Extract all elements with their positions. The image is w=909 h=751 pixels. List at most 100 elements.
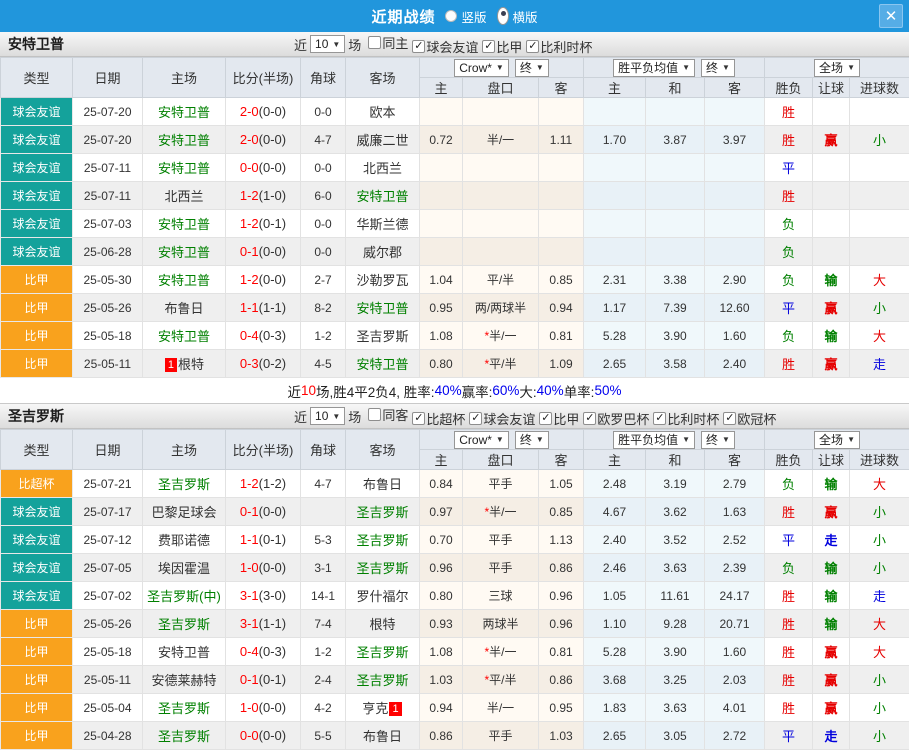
section-controls: 近 10 ▼ 场 同主 ✓ 球会友谊 ✓ 比甲 ✓ 比利时杯 [294, 32, 592, 56]
layout-option-vertical[interactable]: 竖版 [445, 7, 486, 26]
away-team-link[interactable]: 圣吉罗斯 [346, 498, 420, 526]
away-team-link[interactable]: 安特卫普 [346, 182, 420, 210]
result-handicap: 赢 [813, 498, 850, 526]
home-team-link[interactable]: 圣吉罗斯 [143, 470, 226, 498]
home-team-link[interactable]: 安特卫普 [143, 266, 226, 294]
handicap-home-odds [420, 154, 463, 182]
league-filter-checkbox[interactable]: ✓ 比利时杯 [653, 409, 719, 428]
corner-score: 4-5 [301, 350, 346, 378]
euro-odds-group: 胜平负均值▼ 终▼ [584, 430, 765, 450]
radio-horizontal-icon[interactable] [497, 7, 509, 25]
asian-odds-group: Crow*▼ 终▼ [420, 58, 584, 78]
home-team-link[interactable]: 圣吉罗斯 [143, 610, 226, 638]
home-team-link[interactable]: 圣吉罗斯(中) [143, 582, 226, 610]
checkbox-icon[interactable]: ✓ [526, 40, 539, 53]
company-select[interactable]: Crow*▼ [454, 431, 509, 449]
asian-final-select[interactable]: 终▼ [515, 431, 549, 449]
avg-draw-odds: 9.28 [646, 610, 705, 638]
away-team-link[interactable]: 圣吉罗斯 [346, 322, 420, 350]
handicap-away-odds: 0.81 [539, 638, 584, 666]
home-team-link[interactable]: 安特卫普 [143, 238, 226, 266]
checkbox-icon[interactable]: ✓ [412, 40, 425, 53]
home-team-link[interactable]: 安特卫普 [143, 322, 226, 350]
away-team-link[interactable]: 布鲁日 [346, 722, 420, 750]
away-team-link[interactable]: 圣吉罗斯 [346, 666, 420, 694]
league-filter-checkbox[interactable]: ✓ 球会友谊 [412, 37, 478, 56]
away-team-link[interactable]: 布鲁日 [346, 470, 420, 498]
result-wdl: 负 [765, 238, 813, 266]
home-team-link[interactable]: 安特卫普 [143, 98, 226, 126]
corner-score: 7-4 [301, 610, 346, 638]
away-team-link[interactable]: 沙勒罗瓦 [346, 266, 420, 294]
league-filter-checkbox[interactable]: ✓ 比甲 [539, 409, 579, 428]
league-filter-checkbox[interactable]: ✓ 欧冠杯 [723, 409, 776, 428]
league-filter-checkbox[interactable]: ✓ 欧罗巴杯 [583, 409, 649, 428]
home-team-link[interactable]: 安特卫普 [143, 126, 226, 154]
close-button[interactable]: ✕ [879, 4, 903, 28]
away-team-link[interactable]: 亨克1 [346, 694, 420, 722]
company-select[interactable]: Crow*▼ [454, 59, 509, 77]
match-date: 25-07-17 [73, 498, 143, 526]
checkbox-icon[interactable]: ✓ [583, 412, 596, 425]
away-team-link[interactable]: 欧本 [346, 98, 420, 126]
col-asian-away: 客 [539, 78, 584, 98]
league-filter-checkbox[interactable]: 同主 [368, 33, 408, 52]
league-filter-checkbox[interactable]: ✓ 球会友谊 [469, 409, 535, 428]
home-team-link[interactable]: 北西兰 [143, 182, 226, 210]
checkbox-icon[interactable]: ✓ [469, 412, 482, 425]
checkbox-icon[interactable]: ✓ [723, 412, 736, 425]
home-team-link[interactable]: 布鲁日 [143, 294, 226, 322]
dropdown-arrow-icon: ▼ [536, 63, 544, 72]
full-match-select[interactable]: 全场▼ [814, 59, 860, 77]
home-team-link[interactable]: 安特卫普 [143, 154, 226, 182]
recent-count-select[interactable]: 10 ▼ [310, 407, 345, 425]
checkbox-icon[interactable] [368, 408, 381, 421]
league-filter-checkbox[interactable]: 同客 [368, 405, 408, 424]
away-team-link[interactable]: 威尔郡 [346, 238, 420, 266]
col-date: 日期 [73, 430, 143, 470]
checkbox-icon[interactable]: ✓ [412, 412, 425, 425]
away-team-link[interactable]: 圣吉罗斯 [346, 526, 420, 554]
league-filter-checkbox[interactable]: ✓ 比超杯 [412, 409, 465, 428]
section-header: 圣吉罗斯 近 10 ▼ 场 同客 ✓ 比超杯 ✓ 球会友谊 ✓ 比甲 ✓ 欧罗巴… [0, 404, 909, 429]
away-team-link[interactable]: 罗什福尔 [346, 582, 420, 610]
away-team-link[interactable]: 圣吉罗斯 [346, 554, 420, 582]
away-team-link[interactable]: 根特 [346, 610, 420, 638]
asian-final-select[interactable]: 终▼ [515, 59, 549, 77]
average-select[interactable]: 胜平负均值▼ [613, 431, 695, 449]
home-team-link[interactable]: 埃因霍温 [143, 554, 226, 582]
checkbox-icon[interactable]: ✓ [539, 412, 552, 425]
layout-option-horizontal[interactable]: 横版 [497, 7, 538, 26]
checkbox-icon[interactable] [368, 36, 381, 49]
euro-final-select[interactable]: 终▼ [701, 59, 735, 77]
checkbox-icon[interactable]: ✓ [653, 412, 666, 425]
away-team-link[interactable]: 安特卫普 [346, 350, 420, 378]
home-team-link[interactable]: 安特卫普 [143, 638, 226, 666]
league-type-badge: 球会友谊 [1, 554, 73, 582]
result-handicap: 赢 [813, 294, 850, 322]
home-team-link[interactable]: 安德莱赫特 [143, 666, 226, 694]
league-filter-checkbox[interactable]: ✓ 比利时杯 [526, 37, 592, 56]
home-team-link[interactable]: 安特卫普 [143, 210, 226, 238]
average-select[interactable]: 胜平负均值▼ [613, 59, 695, 77]
recent-prefix-label: 近 [294, 35, 307, 54]
checkbox-icon[interactable]: ✓ [482, 40, 495, 53]
fulltime-score: 1-0 [240, 700, 259, 715]
home-team-link[interactable]: 1根特 [143, 350, 226, 378]
home-team-link[interactable]: 圣吉罗斯 [143, 722, 226, 750]
home-team-link[interactable]: 巴黎足球会 [143, 498, 226, 526]
away-team-link[interactable]: 威廉二世 [346, 126, 420, 154]
euro-final-select[interactable]: 终▼ [701, 431, 735, 449]
league-filter-checkbox[interactable]: ✓ 比甲 [482, 37, 522, 56]
full-match-select[interactable]: 全场▼ [814, 431, 860, 449]
match-date: 25-04-28 [73, 722, 143, 750]
home-team-link[interactable]: 费耶诺德 [143, 526, 226, 554]
away-team-link[interactable]: 华斯兰德 [346, 210, 420, 238]
away-team-link[interactable]: 北西兰 [346, 154, 420, 182]
away-team-link[interactable]: 安特卫普 [346, 294, 420, 322]
recent-count-select[interactable]: 10 ▼ [310, 35, 345, 53]
home-team-link[interactable]: 圣吉罗斯 [143, 694, 226, 722]
corner-score: 14-1 [301, 582, 346, 610]
away-team-link[interactable]: 圣吉罗斯 [346, 638, 420, 666]
radio-vertical-icon[interactable] [445, 10, 457, 22]
